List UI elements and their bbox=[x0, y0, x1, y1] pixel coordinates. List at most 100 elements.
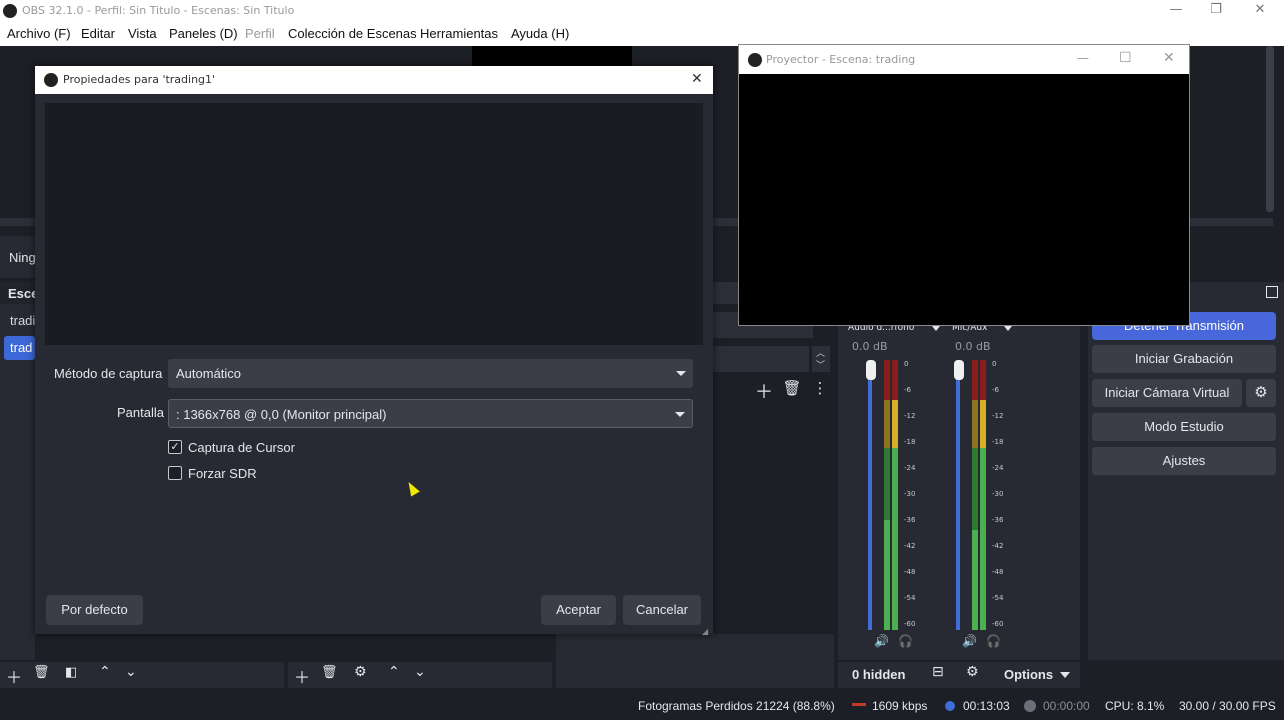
source-more-icon[interactable]: ⋮ bbox=[810, 379, 830, 399]
cancel-button[interactable]: Cancelar bbox=[623, 595, 701, 625]
source-properties-gear-icon[interactable]: ⚙ bbox=[354, 664, 367, 680]
dock-float-icon[interactable] bbox=[1266, 286, 1278, 298]
projector-minimize-icon[interactable]: — bbox=[1077, 51, 1089, 65]
window-titlebar: OBS 32.1.0 - Perfil: Sin Titulo - Escena… bbox=[0, 0, 1284, 22]
channel-2-meter-right bbox=[980, 360, 986, 630]
dialog-titlebar: Propiedades para 'trading1' ✕ bbox=[35, 66, 713, 94]
maximize-icon[interactable]: ❐ bbox=[1206, 2, 1226, 20]
menu-archivo[interactable]: Archivo (F) bbox=[7, 26, 71, 41]
projector-close-icon[interactable]: ✕ bbox=[1163, 50, 1175, 66]
obs-logo-icon bbox=[44, 73, 58, 87]
source-toolbar: Ning bbox=[0, 236, 36, 278]
chevron-down-icon bbox=[676, 371, 686, 376]
obs-logo-icon bbox=[748, 53, 762, 67]
network-health-icon bbox=[852, 703, 866, 706]
add-source-bottom-icon[interactable]: ＋ bbox=[294, 664, 310, 688]
capture-method-value: Automático bbox=[176, 366, 242, 381]
cursor-capture-checkbox[interactable]: ✓ bbox=[168, 440, 182, 454]
channel-2-db: 0.0 dB bbox=[955, 340, 991, 353]
remove-source-bottom-icon[interactable]: 🗑 bbox=[321, 665, 338, 680]
channel-2-volume-slider-handle[interactable] bbox=[954, 360, 964, 380]
remove-scene-icon[interactable]: 🗑 bbox=[33, 665, 50, 680]
screen-select[interactable]: : 1366x768 @ 0,0 (Monitor principal) bbox=[168, 399, 693, 428]
properties-dialog: Propiedades para 'trading1' ✕ Método de … bbox=[35, 66, 713, 636]
settings-button[interactable]: Ajustes bbox=[1092, 447, 1276, 475]
source-preview bbox=[45, 103, 703, 345]
channel-2-monitor-icon[interactable]: 🎧 bbox=[986, 634, 1001, 648]
menu-coleccion-escenas[interactable]: Colección de Escenas bbox=[288, 26, 417, 41]
menu-vista[interactable]: Vista bbox=[128, 26, 157, 41]
scenes-list: tradi trad bbox=[0, 304, 35, 660]
channel-1-mute-icon[interactable]: 🔊 bbox=[874, 634, 889, 648]
fps-status: 30.00 / 30.00 FPS bbox=[1179, 699, 1276, 713]
capture-method-label: Método de captura bbox=[54, 366, 163, 381]
channel-1-menu-icon[interactable] bbox=[932, 326, 940, 331]
hidden-count-label[interactable]: 0 hidden bbox=[852, 667, 905, 682]
channel-2-ticks: 0 -6 -12 -18 -24 -30 -36 -42 -48 -54 -60 bbox=[992, 360, 1004, 628]
audio-mixer: Audio d...rfono 0.0 dB Mic/Aux 0.0 dB 0 … bbox=[838, 318, 1080, 660]
preview-scrollbar-vertical[interactable] bbox=[1266, 46, 1274, 212]
channel-1-monitor-icon[interactable]: 🎧 bbox=[898, 634, 913, 648]
channel-2-menu-icon[interactable] bbox=[1004, 326, 1012, 331]
stream-broadcast-icon bbox=[945, 701, 955, 711]
chevron-down-icon bbox=[675, 412, 685, 417]
add-source-icon[interactable]: ＋ bbox=[754, 378, 774, 403]
channel-1-volume-slider-track[interactable] bbox=[868, 360, 872, 630]
menu-paneles[interactable]: Paneles (D) bbox=[169, 26, 238, 41]
preview-scrollbar-left[interactable] bbox=[0, 218, 35, 226]
projector-window: Proyector - Escena: trading — ☐ ✕ bbox=[738, 44, 1190, 326]
accept-button[interactable]: Aceptar bbox=[541, 595, 616, 625]
capture-method-select[interactable]: Automático bbox=[168, 359, 693, 388]
menu-ayuda[interactable]: Ayuda (H) bbox=[511, 26, 569, 41]
channel-1-volume-slider-handle[interactable] bbox=[866, 360, 876, 380]
menu-editar[interactable]: Editar bbox=[81, 26, 115, 41]
scene-item[interactable]: tradi bbox=[4, 310, 35, 332]
sources-scroll-buttons[interactable]: ︿ ﹀ bbox=[812, 346, 830, 372]
channel-1-meter-right bbox=[892, 360, 898, 630]
minimize-icon[interactable]: — bbox=[1166, 2, 1186, 20]
force-sdr-checkbox-row[interactable]: Forzar SDR bbox=[168, 465, 368, 483]
scroll-down-icon[interactable]: ﹀ bbox=[816, 358, 825, 371]
source-move-up-icon[interactable]: ⌃ bbox=[388, 664, 400, 680]
add-scene-icon[interactable]: ＋ bbox=[6, 664, 22, 688]
dialog-title: Propiedades para 'trading1' bbox=[63, 73, 216, 86]
studio-mode-button[interactable]: Modo Estudio bbox=[1092, 413, 1276, 441]
dropped-frames-status: Fotogramas Perdidos 21224 (88.8%) bbox=[638, 699, 835, 713]
remove-source-icon[interactable]: 🗑 bbox=[782, 379, 802, 399]
scenes-toolbar: ＋ 🗑 ◧ ⌃ ⌄ bbox=[0, 662, 284, 688]
start-recording-button[interactable]: Iniciar Grabación bbox=[1092, 345, 1276, 373]
channel-1-db: 0.0 dB bbox=[852, 340, 888, 353]
main-preview bbox=[472, 46, 632, 66]
cpu-status: CPU: 8.1% bbox=[1105, 699, 1165, 713]
menu-perfil[interactable]: Perfil bbox=[245, 26, 275, 41]
scene-item-selected[interactable]: trad bbox=[4, 336, 35, 360]
scene-filters-icon[interactable]: ◧ bbox=[65, 665, 77, 680]
obs-logo-icon bbox=[3, 4, 17, 18]
stream-time-status: 00:13:03 bbox=[963, 699, 1010, 713]
start-virtual-camera-button[interactable]: Iniciar Cámara Virtual bbox=[1092, 379, 1242, 407]
resize-grip-icon[interactable]: ◢ bbox=[702, 627, 708, 636]
cursor-capture-checkbox-row[interactable]: ✓ Captura de Cursor bbox=[168, 439, 368, 457]
screen-label: Pantalla bbox=[117, 405, 164, 420]
scene-move-down-icon[interactable]: ⌄ bbox=[125, 664, 137, 680]
close-icon[interactable]: ✕ bbox=[1250, 2, 1270, 20]
mixer-layout-icon[interactable]: ⊟ bbox=[932, 664, 944, 680]
force-sdr-label: Forzar SDR bbox=[188, 466, 257, 481]
dialog-close-icon[interactable]: ✕ bbox=[691, 71, 703, 87]
scenes-dock-title: Esce bbox=[8, 286, 39, 301]
projector-maximize-icon[interactable]: ☐ bbox=[1119, 50, 1132, 66]
mixer-options-button[interactable]: Options bbox=[1004, 667, 1053, 682]
scene-move-up-icon[interactable]: ⌃ bbox=[99, 664, 111, 680]
options-chevron-down-icon[interactable] bbox=[1060, 672, 1070, 678]
menu-herramientas[interactable]: Herramientas bbox=[420, 26, 498, 41]
window-title: OBS 32.1.0 - Perfil: Sin Titulo - Escena… bbox=[22, 4, 295, 17]
source-move-down-icon[interactable]: ⌄ bbox=[414, 664, 426, 680]
transitions-dock bbox=[556, 634, 834, 688]
channel-2-volume-slider-track[interactable] bbox=[956, 360, 960, 630]
mixer-advanced-icon[interactable]: ⚙ bbox=[966, 664, 979, 680]
defaults-button[interactable]: Por defecto bbox=[46, 595, 143, 625]
projector-titlebar: Proyector - Escena: trading — ☐ ✕ bbox=[739, 45, 1189, 74]
virtual-camera-settings-gear-icon[interactable]: ⚙ bbox=[1246, 379, 1276, 407]
channel-2-mute-icon[interactable]: 🔊 bbox=[962, 634, 977, 648]
force-sdr-checkbox[interactable] bbox=[168, 466, 182, 480]
